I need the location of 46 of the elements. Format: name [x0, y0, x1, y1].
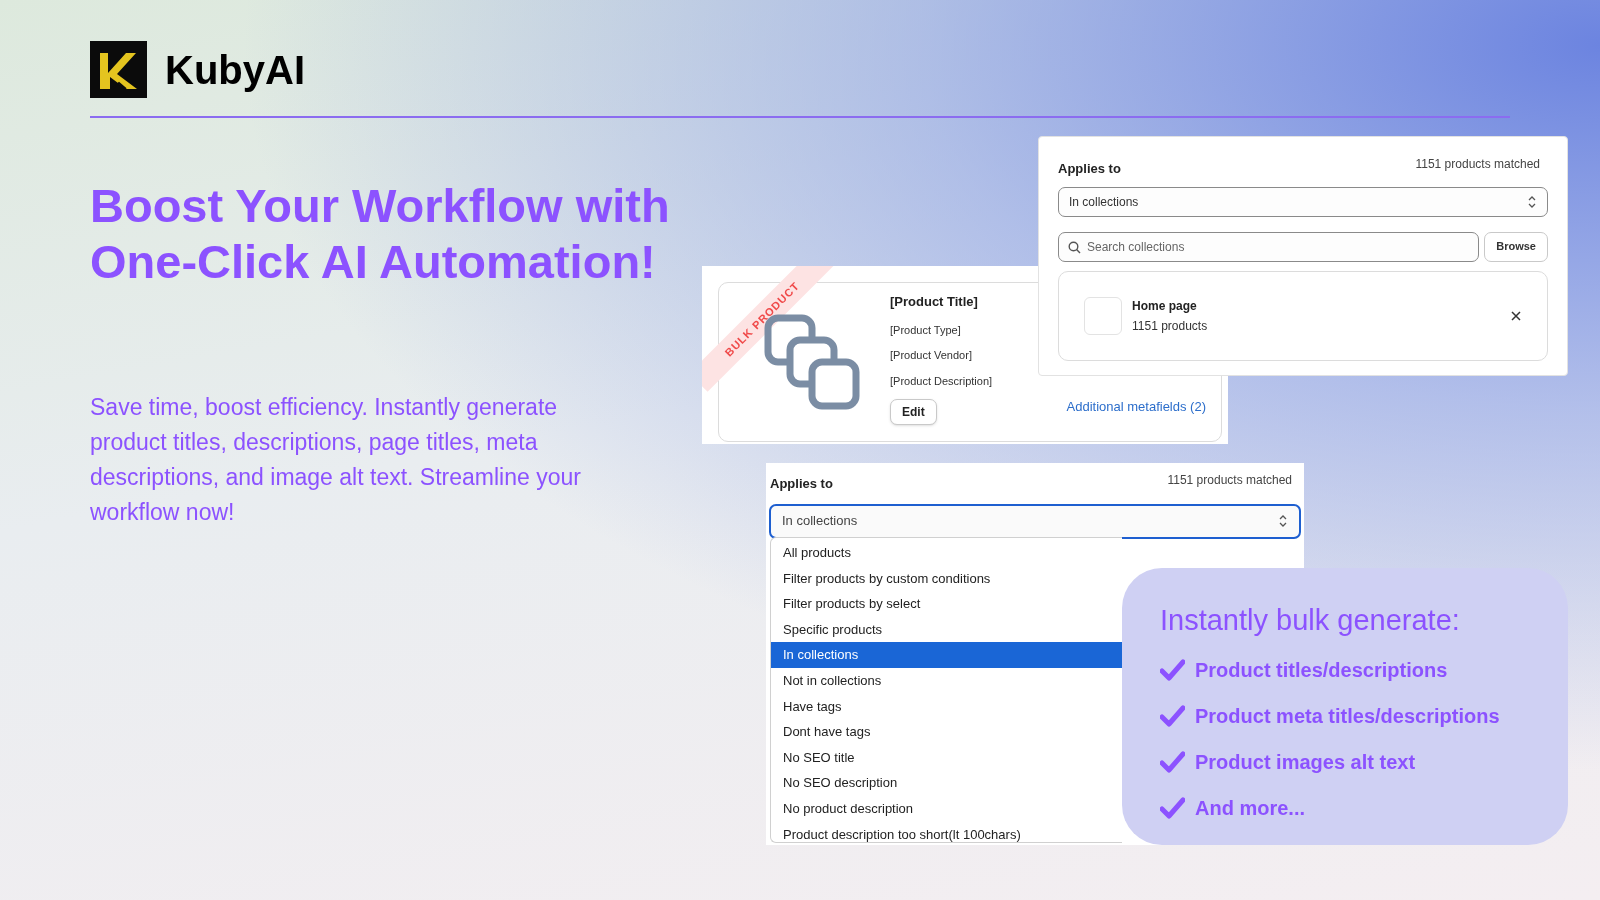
- applies-to-label: Applies to: [770, 475, 833, 493]
- dropdown-option[interactable]: No SEO title: [771, 744, 1122, 771]
- applies-to-label: Applies to: [1058, 160, 1121, 178]
- dropdown-option[interactable]: Filter products by custom conditions: [771, 565, 1122, 592]
- collection-count: 1151 products: [1132, 317, 1209, 335]
- feature-card-title: Instantly bulk generate:: [1160, 606, 1461, 635]
- check-icon: [1160, 751, 1185, 773]
- search-icon: [1068, 240, 1081, 254]
- brand-name: KubyAI: [165, 49, 305, 90]
- collection-select[interactable]: In collections: [769, 503, 1301, 539]
- description: Save time, boost efficiency. Instantly generate product titles, descriptions, page titles, meta descriptions, and image alt text. Streamline your workflow now!: [90, 393, 582, 527]
- dropdown-option[interactable]: Specific products: [771, 616, 1122, 643]
- matched-count: 1151 products matched: [1415, 156, 1540, 173]
- dropdown-option[interactable]: Filter products by select: [771, 591, 1122, 617]
- product-field: [Product Vendor]: [890, 347, 993, 364]
- collection-name: Home page: [1132, 297, 1198, 315]
- product-field: [Product Description]: [890, 372, 993, 389]
- feature-item: And more...: [1195, 798, 1305, 818]
- headline: Boost Your Workflow with One-Click AI Automation!: [90, 178, 671, 290]
- dropdown-option[interactable]: Not in collections: [771, 667, 1122, 694]
- check-icon: [1160, 797, 1185, 819]
- collection-select[interactable]: In collections: [1058, 186, 1548, 217]
- dropdown-option[interactable]: No SEO description: [771, 770, 1122, 796]
- dropdown-option[interactable]: Have tags: [771, 693, 1122, 720]
- matched-count: 1151 products matched: [1167, 472, 1292, 489]
- feature-item: Product images alt text: [1195, 752, 1416, 772]
- metafields-link[interactable]: Additional metafields (2): [1066, 397, 1206, 417]
- check-icon: [1160, 705, 1185, 727]
- dropdown-option[interactable]: No product description: [771, 795, 1122, 822]
- dropdown-option[interactable]: Dont have tags: [771, 719, 1122, 745]
- check-icon: [1160, 659, 1185, 681]
- close-icon[interactable]: [1511, 310, 1521, 321]
- search-field[interactable]: Search collections: [1058, 231, 1480, 262]
- browse-button[interactable]: Browse: [1484, 231, 1548, 262]
- feature-item: Product titles/descriptions: [1195, 660, 1448, 680]
- product-title: [Product Title]: [890, 293, 978, 311]
- dropdown-option[interactable]: Product description too short(lt 100chars): [771, 821, 1122, 842]
- product-field: [Product Type]: [890, 321, 993, 338]
- chevron-icon: [1527, 194, 1537, 209]
- logo-icon: [90, 41, 147, 98]
- edit-button[interactable]: Edit: [890, 399, 937, 425]
- collection-thumbnail: [1084, 296, 1122, 335]
- dropdown-option[interactable]: All products: [771, 540, 1122, 566]
- chevron-icon: [1278, 514, 1288, 528]
- dropdown-option[interactable]: In collections: [771, 642, 1122, 668]
- feature-item: Product meta titles/descriptions: [1195, 706, 1500, 726]
